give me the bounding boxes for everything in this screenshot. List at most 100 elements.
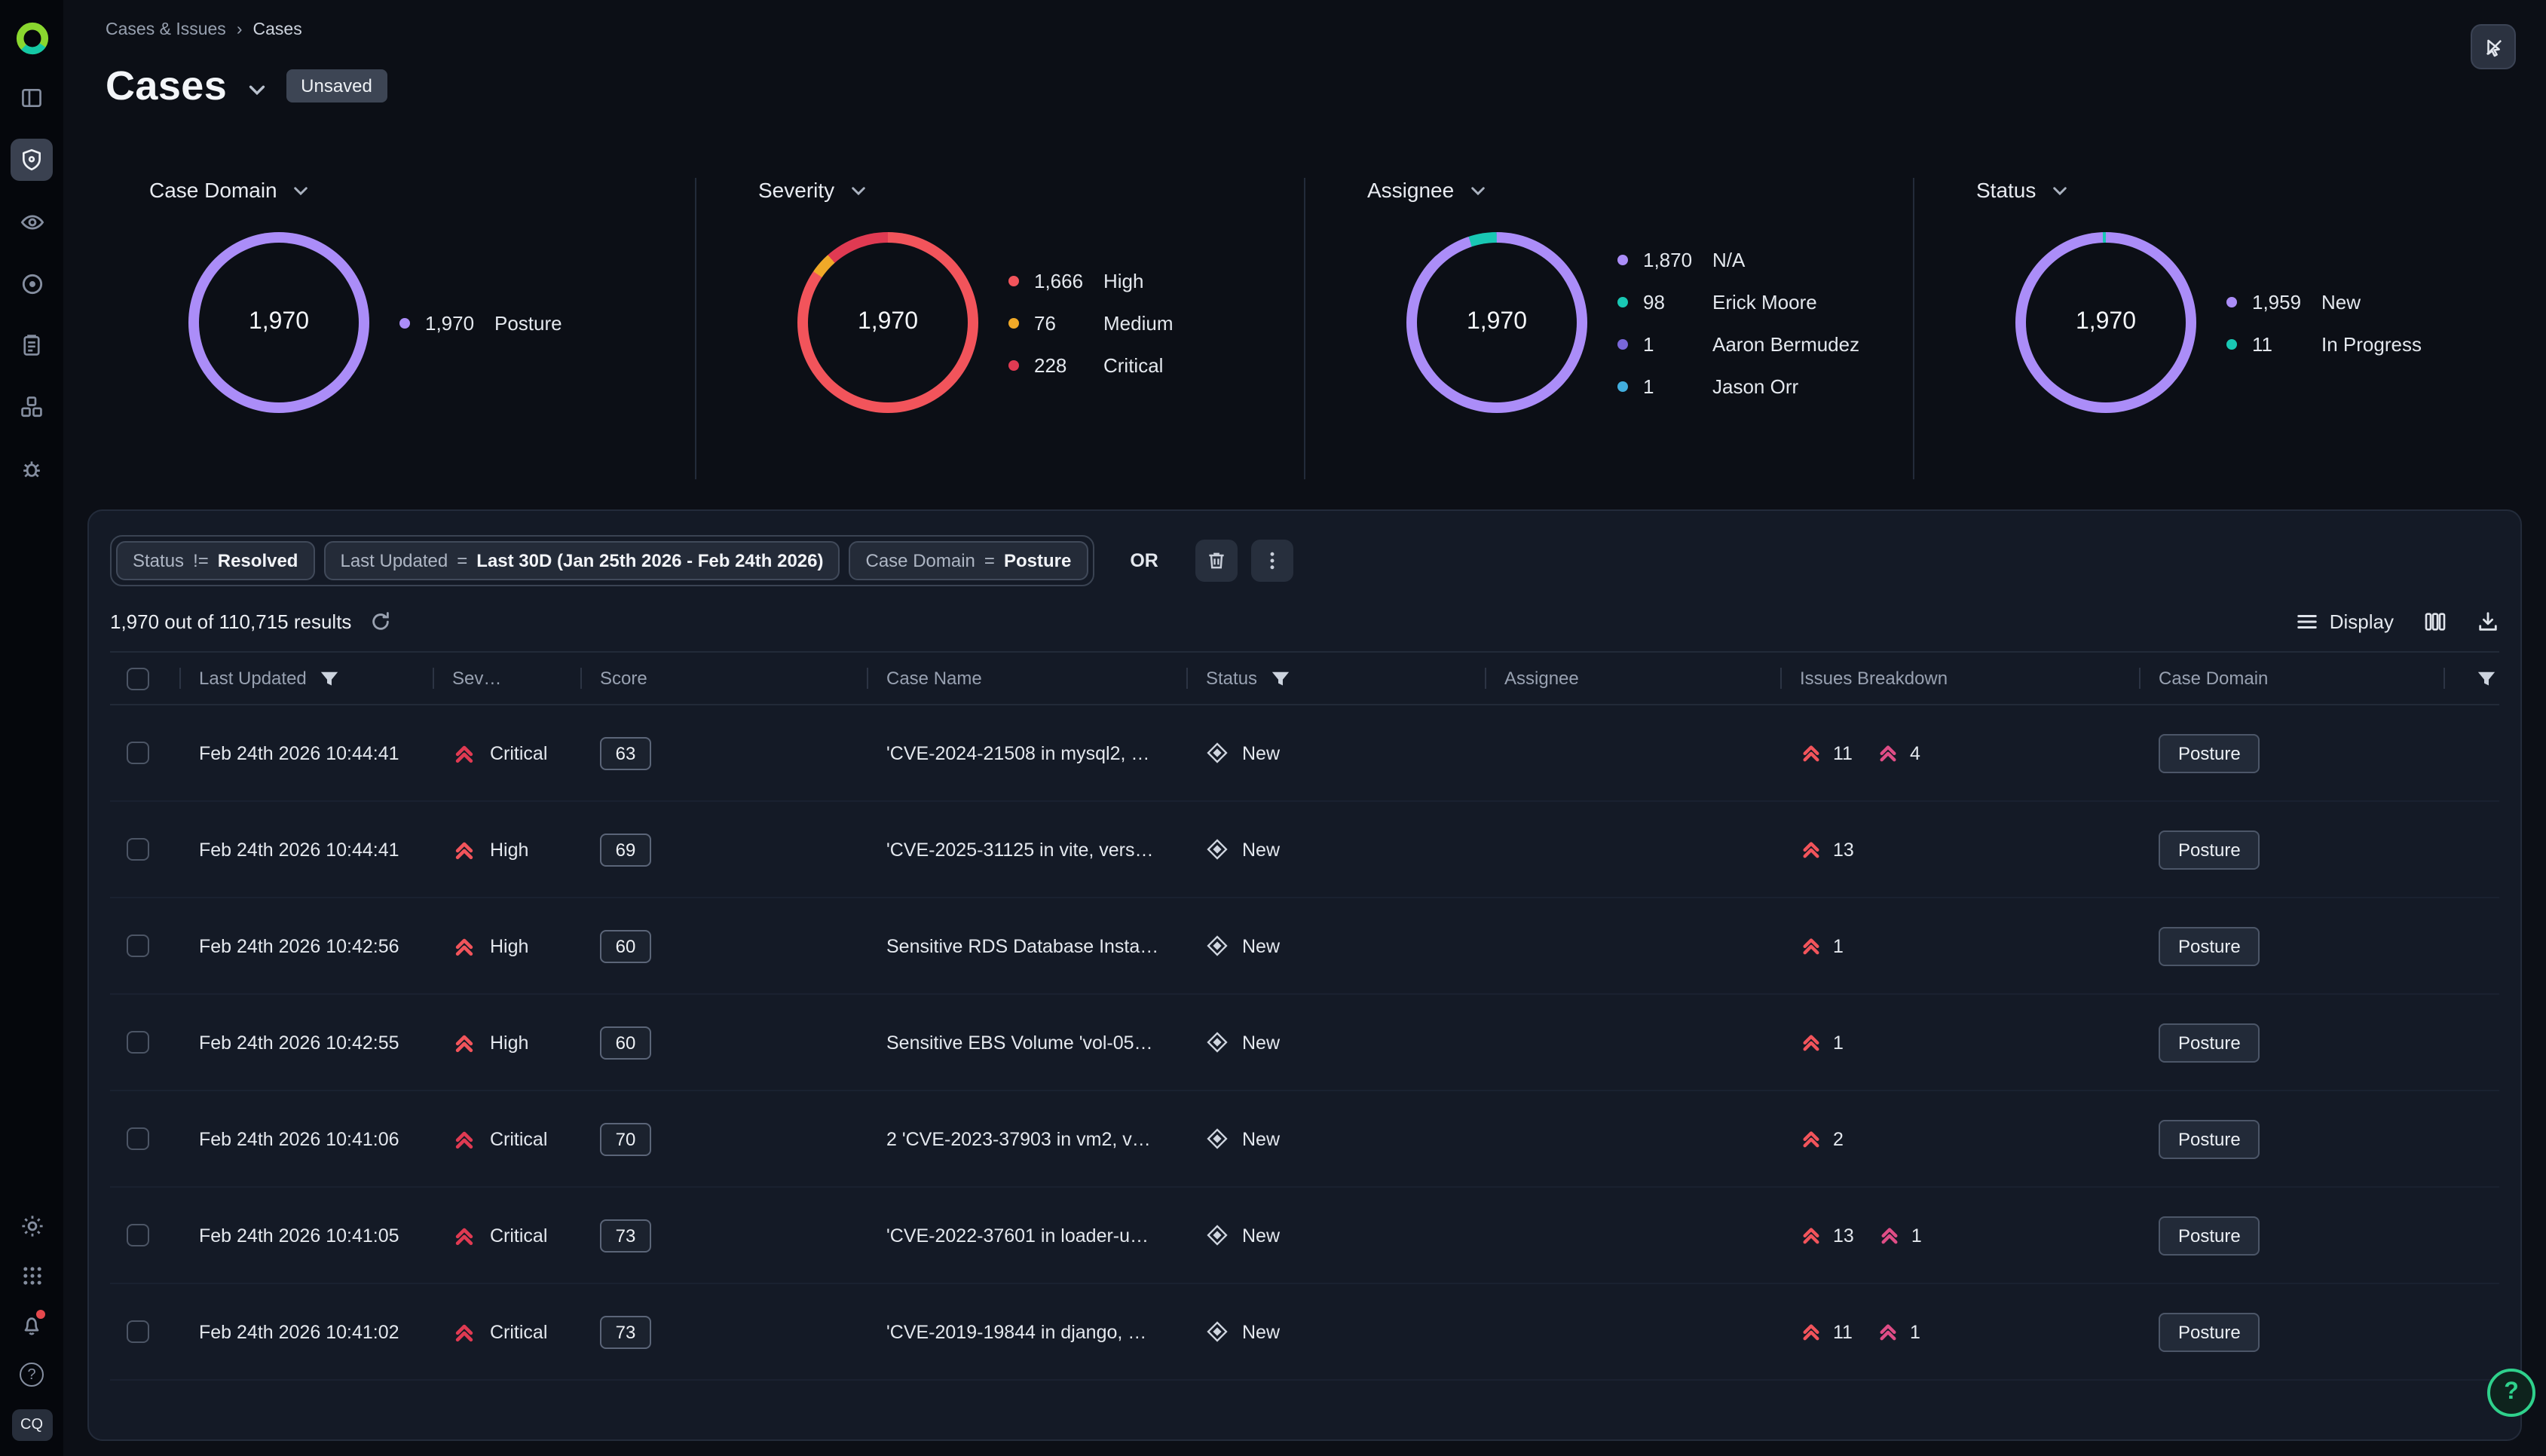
- nav-visibility-eye-icon[interactable]: [11, 200, 53, 243]
- case-domain-pill[interactable]: Posture: [2159, 926, 2260, 965]
- nav-threats-bug-icon[interactable]: [11, 448, 53, 490]
- filter-bar: Status != Resolved Last Updated = Last 3…: [110, 535, 2499, 586]
- breadcrumb-cases[interactable]: Cases: [253, 21, 302, 39]
- case-domain-pill[interactable]: Posture: [2159, 830, 2260, 869]
- severity-icon: [452, 934, 476, 958]
- columns-button[interactable]: [2424, 610, 2447, 633]
- case-domain-pill[interactable]: Posture: [2159, 1312, 2260, 1351]
- table-row[interactable]: Feb 24th 2026 10:42:56 High 60 Sensitive…: [110, 898, 2499, 995]
- row-checkbox[interactable]: [127, 1127, 149, 1150]
- row-checkbox[interactable]: [127, 1031, 149, 1054]
- nav-dashboard[interactable]: [11, 77, 53, 119]
- table-row[interactable]: Feb 24th 2026 10:41:02 Critical 73 'CVE-…: [110, 1284, 2499, 1381]
- case-name-link[interactable]: 'CVE-2025-31125 in vite, vers…: [867, 839, 1186, 860]
- cell-last-updated: Feb 24th 2026 10:41:06: [179, 1128, 433, 1149]
- chevron-down-icon: [2049, 180, 2069, 200]
- table-row[interactable]: Feb 24th 2026 10:44:41 High 69 'CVE-2025…: [110, 802, 2499, 898]
- table-row[interactable]: Feb 24th 2026 10:41:06 Critical 70 2 'CV…: [110, 1091, 2499, 1188]
- legend-item: 98 Erick Moore: [1617, 289, 1859, 314]
- row-checkbox[interactable]: [127, 742, 149, 764]
- display-button[interactable]: Display: [2297, 610, 2394, 633]
- legend-item: 1,970 Posture: [399, 310, 562, 335]
- case-domain-pill[interactable]: Posture: [2159, 733, 2260, 772]
- results-row: 1,970 out of 110,715 results Display: [110, 610, 2499, 633]
- app-root: ? CQ Cases & Issues › Cases Cases Unsave…: [0, 0, 2546, 1456]
- title-chevron-down-icon[interactable]: [245, 78, 268, 100]
- delete-filters-button[interactable]: [1196, 540, 1238, 582]
- column-filter-icon[interactable]: [320, 668, 340, 688]
- column-header[interactable]: Status: [1186, 668, 1485, 689]
- settings-gear-icon[interactable]: [11, 1204, 53, 1246]
- chart-title: Assignee: [1367, 178, 1454, 202]
- case-name-link[interactable]: 'CVE-2019-19844 in django, …: [867, 1321, 1186, 1342]
- case-name-link[interactable]: Sensitive EBS Volume 'vol-05…: [867, 1032, 1186, 1053]
- nav-compliance-clipboard-icon[interactable]: [11, 324, 53, 366]
- legend-label: Critical: [1103, 352, 1163, 378]
- breadcrumb-separator: ›: [237, 21, 243, 39]
- column-header[interactable]: Score: [580, 668, 867, 689]
- case-name-link[interactable]: 'CVE-2024-21508 in mysql2, …: [867, 742, 1186, 763]
- case-domain-pill[interactable]: Posture: [2159, 1216, 2260, 1255]
- download-button[interactable]: [2477, 610, 2499, 633]
- row-checkbox[interactable]: [127, 838, 149, 861]
- column-header[interactable]: Issues Breakdown: [1780, 668, 2139, 689]
- column-header[interactable]: Case Domain: [2139, 668, 2454, 689]
- issue-count: 1: [1833, 935, 1844, 956]
- nav-assets-boxes-icon[interactable]: [11, 386, 53, 428]
- help-circle-icon[interactable]: ?: [11, 1354, 53, 1396]
- chart-dropdown[interactable]: Status: [1976, 178, 2069, 202]
- notification-badge: [36, 1310, 45, 1319]
- case-name-link[interactable]: 2 'CVE-2023-37903 in vm2, v…: [867, 1128, 1186, 1149]
- orca-logo[interactable]: [14, 21, 49, 56]
- status-new-icon: [1206, 1127, 1229, 1150]
- legend-label: High: [1103, 268, 1144, 293]
- issue-severity-icon: [1800, 1224, 1822, 1246]
- column-filter-icon[interactable]: [1271, 668, 1290, 688]
- table-row[interactable]: Feb 24th 2026 10:44:41 Critical 63 'CVE-…: [110, 705, 2499, 802]
- status-new-icon: [1206, 1320, 1229, 1343]
- apps-grid-icon[interactable]: [11, 1254, 53, 1296]
- status-new-icon: [1206, 934, 1229, 957]
- filter-chip[interactable]: Last Updated = Last 30D (Jan 25th 2026 -…: [323, 541, 840, 580]
- nav-detection-target-icon[interactable]: [11, 262, 53, 304]
- user-avatar[interactable]: CQ: [11, 1409, 52, 1441]
- donut-chart: 1,970: [188, 232, 369, 413]
- chart-dropdown[interactable]: Assignee: [1367, 178, 1487, 202]
- case-name-link[interactable]: Sensitive RDS Database Insta…: [867, 935, 1186, 956]
- chart-dropdown[interactable]: Case Domain: [149, 178, 311, 202]
- chart-dropdown[interactable]: Severity: [758, 178, 868, 202]
- nav-cases-shield-icon[interactable]: [11, 139, 53, 181]
- filter-more-button[interactable]: [1252, 540, 1294, 582]
- chevron-down-icon: [291, 180, 311, 200]
- legend-dot: [1617, 338, 1628, 349]
- case-name-link[interactable]: 'CVE-2022-37601 in loader-u…: [867, 1225, 1186, 1246]
- row-checkbox[interactable]: [127, 1224, 149, 1246]
- table-filter-icon[interactable]: [2477, 668, 2496, 688]
- status-label: New: [1242, 742, 1280, 763]
- notifications-bell-icon[interactable]: [11, 1304, 53, 1346]
- legend-dot: [1008, 317, 1019, 328]
- breadcrumb-cases-and-issues[interactable]: Cases & Issues: [106, 21, 226, 39]
- table-row[interactable]: Feb 24th 2026 10:41:05 Critical 73 'CVE-…: [110, 1188, 2499, 1284]
- pointer-off-button[interactable]: [2471, 24, 2516, 69]
- filter-chip[interactable]: Case Domain = Posture: [849, 541, 1088, 580]
- column-header[interactable]: Assignee: [1485, 668, 1780, 689]
- row-checkbox[interactable]: [127, 934, 149, 957]
- column-header[interactable]: Last Updated: [179, 668, 433, 689]
- cell-severity: High: [433, 1030, 580, 1054]
- filter-chip[interactable]: Status != Resolved: [116, 541, 314, 580]
- table-row[interactable]: Feb 24th 2026 10:42:55 High 60 Sensitive…: [110, 995, 2499, 1091]
- case-domain-pill[interactable]: Posture: [2159, 1119, 2260, 1158]
- row-checkbox[interactable]: [127, 1320, 149, 1343]
- column-header[interactable]: Sev…: [433, 668, 580, 689]
- column-header[interactable]: Case Name: [867, 668, 1186, 689]
- score-badge: 73: [600, 1315, 651, 1348]
- select-all-checkbox[interactable]: [127, 667, 149, 690]
- score-badge: 73: [600, 1219, 651, 1252]
- refresh-button[interactable]: [369, 610, 392, 633]
- help-button[interactable]: ?: [2487, 1369, 2535, 1417]
- donut-chart: 1,970: [1406, 232, 1587, 413]
- case-domain-pill[interactable]: Posture: [2159, 1023, 2260, 1062]
- cell-last-updated: Feb 24th 2026 10:42:55: [179, 1032, 433, 1053]
- filter-join-operator[interactable]: OR: [1130, 550, 1158, 571]
